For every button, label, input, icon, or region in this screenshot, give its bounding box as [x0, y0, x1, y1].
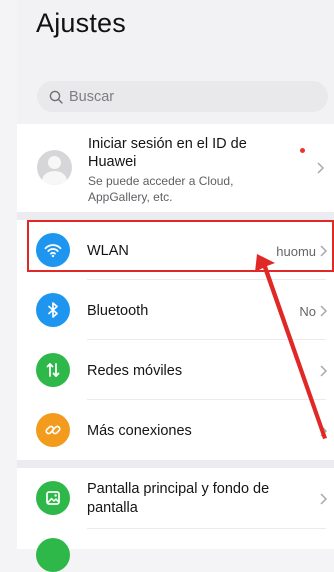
- link-icon: [36, 413, 70, 447]
- search-bar[interactable]: Buscar: [37, 81, 328, 112]
- settings-item-more-connections[interactable]: Más conexiones: [17, 400, 334, 460]
- settings-item-label: Bluetooth: [87, 303, 149, 319]
- settings-item-mobile-networks[interactable]: Redes móviles: [17, 340, 334, 400]
- search-placeholder: Buscar: [69, 88, 115, 105]
- chevron-right-icon: [317, 162, 325, 174]
- avatar[interactable]: [37, 150, 72, 185]
- account-subtitle: Se puede acceder a Cloud, AppGallery, et…: [88, 174, 234, 204]
- notification-dot: [300, 148, 305, 153]
- settings-item-value: No: [299, 304, 316, 319]
- settings-item-label: Pantalla principal y fondo de pantalla: [87, 481, 270, 516]
- section-divider: [17, 212, 334, 220]
- chevron-right-icon: [320, 493, 328, 505]
- page-title: Ajustes: [36, 8, 126, 38]
- settings-item-label: Más conexiones: [87, 423, 192, 439]
- search-icon: [49, 90, 63, 104]
- mobile-data-icon: [36, 353, 70, 387]
- section-divider: [17, 460, 334, 468]
- account-title[interactable]: Iniciar sesión en el ID de Huawei: [88, 135, 293, 171]
- chevron-right-icon: [320, 425, 328, 437]
- partial-item-icon: [36, 538, 70, 572]
- bluetooth-icon: [36, 293, 70, 327]
- chevron-right-icon: [320, 305, 328, 317]
- settings-item-bluetooth[interactable]: Bluetooth No: [17, 280, 334, 340]
- annotation-highlight-box: [27, 220, 334, 272]
- settings-item-label: Redes móviles: [87, 363, 183, 379]
- settings-item-home-screen-wallpaper[interactable]: Pantalla principal y fondo de pantalla: [17, 468, 334, 529]
- wallpaper-icon: [36, 481, 70, 515]
- row-separator: [87, 528, 326, 529]
- chevron-right-icon: [320, 365, 328, 377]
